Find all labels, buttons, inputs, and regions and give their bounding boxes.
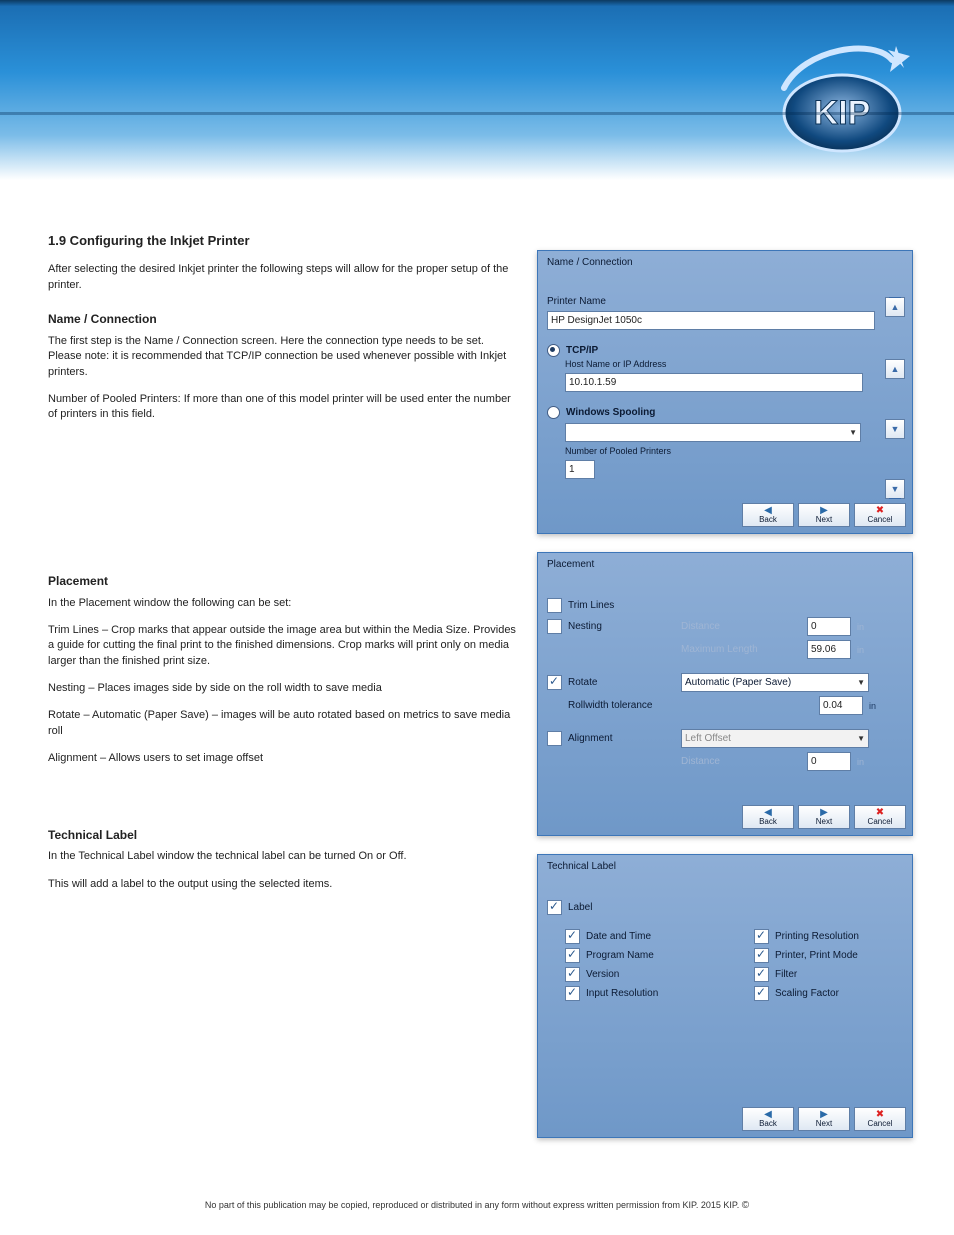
pooled-label: Number of Pooled Printers xyxy=(565,446,671,456)
scaling-checkbox[interactable] xyxy=(754,986,769,1001)
printermode-checkbox[interactable] xyxy=(754,948,769,963)
rollwidth-field[interactable]: 0.04 xyxy=(819,696,863,715)
alignment-checkbox[interactable] xyxy=(547,731,562,746)
placement-item-1: Nesting – Places images side by side on … xyxy=(48,681,518,696)
winspool-label: Windows Spooling xyxy=(566,407,655,418)
label-checkbox[interactable] xyxy=(547,900,562,915)
footer: No part of this publication may be copie… xyxy=(0,1200,954,1211)
winspool-select[interactable]: ▼ xyxy=(565,423,861,442)
cancel-button[interactable]: ✖Cancel xyxy=(854,1107,906,1131)
name-connection-panel: Name / Connection Printer Name HP Design… xyxy=(537,250,913,534)
trim-lines-checkbox[interactable] xyxy=(547,598,562,613)
copyright-icon: © xyxy=(742,1200,749,1211)
alignment-select[interactable]: Left Offset ▼ xyxy=(681,729,869,748)
inputres-checkbox[interactable] xyxy=(565,986,580,1001)
scroll-top-button[interactable]: ▲ xyxy=(885,297,905,317)
rollwidth-label: Rollwidth tolerance xyxy=(568,700,653,711)
printer-name-label: Printer Name xyxy=(547,296,606,307)
technical-label-panel: Technical Label Label Date and Time Prin… xyxy=(537,854,913,1138)
left-instructions: 1.9 Configuring the Inkjet Printer After… xyxy=(48,232,518,904)
trim-lines-label: Trim Lines xyxy=(568,600,614,611)
tcpip-label: TCP/IP xyxy=(566,345,598,356)
kip-logo: KIP xyxy=(764,28,914,178)
nesting-checkbox[interactable] xyxy=(547,619,562,634)
datetime-label: Date and Time xyxy=(586,931,651,942)
unit-in: in xyxy=(857,622,864,632)
rotate-value: Automatic (Paper Save) xyxy=(685,677,791,688)
host-label: Host Name or IP Address xyxy=(565,359,666,369)
scroll-bottom-button[interactable]: ▼ xyxy=(885,479,905,499)
svg-text:KIP: KIP xyxy=(814,94,871,132)
printermode-label: Printer, Print Mode xyxy=(775,950,858,961)
filter-checkbox[interactable] xyxy=(754,967,769,982)
next-button[interactable]: ▶Next xyxy=(798,1107,850,1131)
pooled-desc: Number of Pooled Printers: If more than … xyxy=(48,392,518,423)
back-button[interactable]: ◀Back xyxy=(742,503,794,527)
scaling-label: Scaling Factor xyxy=(775,988,839,999)
scroll-down-button[interactable]: ▼ xyxy=(885,419,905,439)
placement-panel: Placement Trim Lines Nesting Distance 0 xyxy=(537,552,913,836)
dropdown-icon: ▼ xyxy=(849,428,857,437)
alignment-value: Left Offset xyxy=(685,733,731,744)
placement-item-3: Alignment – Allows users to set image of… xyxy=(48,751,518,766)
nesting-label: Nesting xyxy=(568,621,602,632)
intro-text: After selecting the desired Inkjet print… xyxy=(48,262,518,293)
filter-label: Filter xyxy=(775,969,797,980)
host-field[interactable]: 10.10.1.59 xyxy=(565,373,863,392)
placement-list-intro: In the Placement window the following ca… xyxy=(48,596,518,611)
version-label: Version xyxy=(586,969,619,980)
techlabel-desc2: This will add a label to the output usin… xyxy=(48,877,518,892)
next-button[interactable]: ▶Next xyxy=(798,805,850,829)
panel-title: Name / Connection xyxy=(538,251,912,274)
align-distance-label: Distance xyxy=(681,756,801,767)
dropdown-icon: ▼ xyxy=(857,734,865,743)
rotate-label: Rotate xyxy=(568,677,597,688)
panel-title: Placement xyxy=(538,553,912,576)
maxlen-label: Maximum Length xyxy=(681,644,801,655)
distance-field[interactable]: 0 xyxy=(807,617,851,636)
techlabel-heading: Technical Label xyxy=(48,827,518,844)
nameconn-heading: Name / Connection xyxy=(48,311,518,328)
page-banner: KIP xyxy=(0,0,954,180)
distance-label: Distance xyxy=(681,621,801,632)
unit-in: in xyxy=(857,757,864,767)
rotate-checkbox[interactable] xyxy=(547,675,562,690)
datetime-checkbox[interactable] xyxy=(565,929,580,944)
panel-title: Technical Label xyxy=(538,855,912,878)
scroll-up-button[interactable]: ▲ xyxy=(885,359,905,379)
unit-in: in xyxy=(857,645,864,655)
label-label: Label xyxy=(568,902,592,913)
back-button[interactable]: ◀Back xyxy=(742,1107,794,1131)
maxlen-field[interactable]: 59.06 xyxy=(807,640,851,659)
pooled-field[interactable]: 1 xyxy=(565,460,595,479)
printres-label: Printing Resolution xyxy=(775,931,859,942)
inputres-label: Input Resolution xyxy=(586,988,658,999)
printer-name-field[interactable]: HP DesignJet 1050c xyxy=(547,311,875,330)
next-button[interactable]: ▶Next xyxy=(798,503,850,527)
unit-in: in xyxy=(869,701,876,711)
footer-text: No part of this publication may be copie… xyxy=(205,1200,739,1210)
section-heading: 1.9 Configuring the Inkjet Printer xyxy=(48,232,518,250)
align-distance-field[interactable]: 0 xyxy=(807,752,851,771)
tcpip-radio[interactable] xyxy=(547,344,560,357)
progname-label: Program Name xyxy=(586,950,654,961)
placement-heading: Placement xyxy=(48,573,518,590)
winspool-radio[interactable] xyxy=(547,406,560,419)
placement-item-2: Rotate – Automatic (Paper Save) – images… xyxy=(48,708,518,739)
printres-checkbox[interactable] xyxy=(754,929,769,944)
placement-item-0: Trim Lines – Crop marks that appear outs… xyxy=(48,623,518,669)
rotate-select[interactable]: Automatic (Paper Save) ▼ xyxy=(681,673,869,692)
version-checkbox[interactable] xyxy=(565,967,580,982)
progname-checkbox[interactable] xyxy=(565,948,580,963)
alignment-label: Alignment xyxy=(568,733,612,744)
back-button[interactable]: ◀Back xyxy=(742,805,794,829)
cancel-button[interactable]: ✖Cancel xyxy=(854,805,906,829)
nameconn-desc: The first step is the Name / Connection … xyxy=(48,334,518,380)
techlabel-desc1: In the Technical Label window the techni… xyxy=(48,849,518,864)
cancel-button[interactable]: ✖Cancel xyxy=(854,503,906,527)
dropdown-icon: ▼ xyxy=(857,678,865,687)
